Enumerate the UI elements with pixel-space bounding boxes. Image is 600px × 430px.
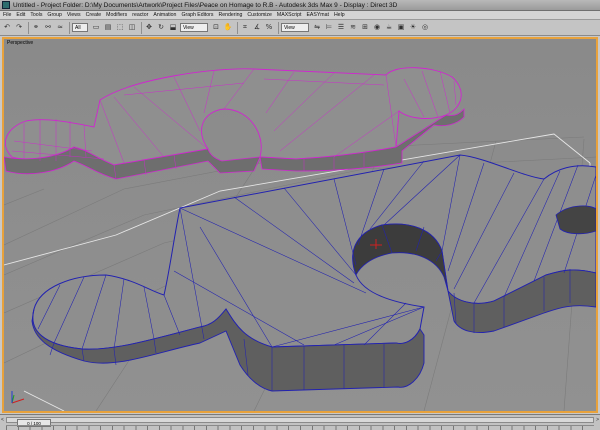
menu-graph-editors[interactable]: Graph Editors xyxy=(181,12,213,18)
rotate-icon[interactable]: ↻ xyxy=(156,22,166,33)
viewport-label[interactable]: Perspective xyxy=(7,40,33,46)
render-type-icon[interactable]: ◎ xyxy=(420,22,430,33)
link-icon[interactable]: ⚭ xyxy=(31,22,41,33)
window-crossing-icon[interactable]: ◫ xyxy=(127,22,137,33)
track-bar-ruler[interactable] xyxy=(6,425,594,430)
schematic-view-icon[interactable]: ⊞ xyxy=(360,22,370,33)
pivot-center-icon[interactable]: ⊡ xyxy=(211,22,221,33)
menu-reactor[interactable]: reactor xyxy=(132,12,148,18)
time-prev-arrow[interactable]: < xyxy=(1,417,4,423)
menu-maxscript[interactable]: MAXScript xyxy=(277,12,302,18)
angle-snap-icon[interactable]: ∡ xyxy=(252,22,262,33)
menu-group[interactable]: Group xyxy=(47,12,61,18)
menu-tools[interactable]: Tools xyxy=(30,12,42,18)
rendered-frame-icon[interactable]: ▣ xyxy=(396,22,406,33)
app-icon[interactable] xyxy=(2,1,10,9)
mirror-icon[interactable]: ⇋ xyxy=(312,22,322,33)
align-icon[interactable]: ⊨ xyxy=(324,22,334,33)
viewport-scene[interactable] xyxy=(4,39,596,411)
menu-animation[interactable]: Animation xyxy=(153,12,176,18)
curve-editor-icon[interactable]: ≋ xyxy=(348,22,358,33)
toolbar-divider xyxy=(237,21,238,34)
menu-modifiers[interactable]: Modifiers xyxy=(106,12,127,18)
undo-icon[interactable]: ↶ xyxy=(2,22,12,33)
menu-bar: File Edit Tools Group Views Create Modif… xyxy=(0,11,600,20)
selection-filter-dropdown[interactable]: All xyxy=(72,23,88,32)
menu-edit[interactable]: Edit xyxy=(16,12,25,18)
reference-coordinate-dropdown[interactable]: View xyxy=(180,23,208,32)
select-object-icon[interactable]: ▭ xyxy=(91,22,101,33)
menu-rendering[interactable]: Rendering xyxy=(218,12,242,18)
select-by-name-icon[interactable]: ▤ xyxy=(103,22,113,33)
rectangular-region-icon[interactable]: ⬚ xyxy=(115,22,125,33)
perspective-viewport[interactable]: Perspective xyxy=(2,37,598,413)
time-slider-track[interactable]: 0 / 100 xyxy=(6,417,594,427)
bind-space-warp-icon[interactable]: ≈ xyxy=(55,22,65,33)
quick-render-icon[interactable]: ☀ xyxy=(408,22,418,33)
window-title: Untitled - Project Folder: D:\My Documen… xyxy=(13,1,398,9)
toolbar-divider xyxy=(69,21,70,34)
toolbar-divider xyxy=(278,21,279,34)
title-bar: Untitled - Project Folder: D:\My Documen… xyxy=(0,0,600,11)
render-setup-icon[interactable]: ☕ xyxy=(384,22,394,33)
menu-create[interactable]: Create xyxy=(86,12,102,18)
time-slider-bar: < 0 / 100 > xyxy=(0,414,600,430)
snap-toggle-icon[interactable]: ⌗ xyxy=(240,22,250,33)
time-next-arrow[interactable]: > xyxy=(596,417,599,423)
menu-easymat[interactable]: EASYmat xyxy=(306,12,329,18)
toolbar-divider xyxy=(141,21,142,34)
menu-views[interactable]: Views xyxy=(67,12,81,18)
material-editor-icon[interactable]: ◉ xyxy=(372,22,382,33)
unlink-icon[interactable]: ⚯ xyxy=(43,22,53,33)
layer-manager-icon[interactable]: ☰ xyxy=(336,22,346,33)
menu-help[interactable]: Help xyxy=(334,12,345,18)
scale-icon[interactable]: ⬓ xyxy=(168,22,178,33)
redo-icon[interactable]: ↷ xyxy=(14,22,24,33)
percent-snap-icon[interactable]: % xyxy=(264,22,274,33)
manipulate-icon[interactable]: ✋ xyxy=(223,22,233,33)
menu-customize[interactable]: Customize xyxy=(247,12,272,18)
move-icon[interactable]: ✥ xyxy=(144,22,154,33)
named-selection-dropdown[interactable]: View xyxy=(281,23,309,32)
toolbar-divider xyxy=(28,21,29,34)
main-toolbar: ↶ ↷ ⚭ ⚯ ≈ All ▭ ▤ ⬚ ◫ ✥ ↻ ⬓ View ⊡ ✋ ⌗ ∡… xyxy=(0,20,600,36)
menu-file[interactable]: File xyxy=(3,12,11,18)
